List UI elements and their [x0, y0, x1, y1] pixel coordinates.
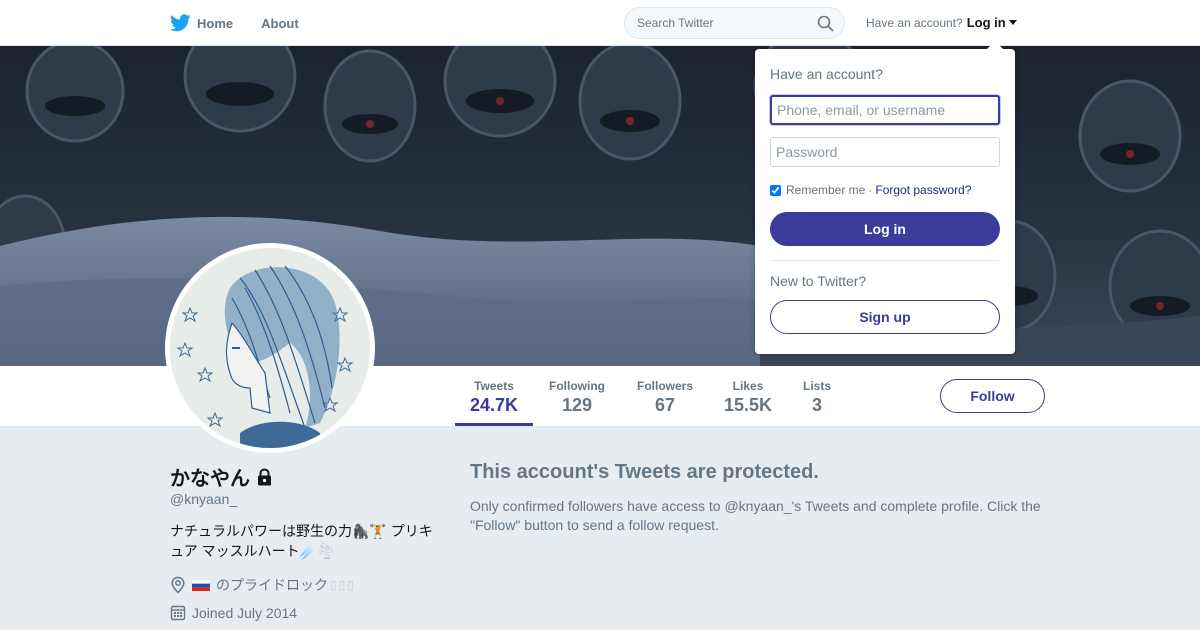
password-field[interactable]: [770, 137, 1000, 167]
location-pin-icon: [171, 576, 185, 594]
profile-avatar[interactable]: [165, 243, 375, 453]
search-input[interactable]: [637, 16, 807, 30]
signup-button[interactable]: Sign up: [770, 300, 1000, 334]
new-to-twitter-text: New to Twitter?: [770, 273, 867, 289]
search-icon[interactable]: [817, 15, 834, 32]
joined-text: Joined July 2014: [192, 604, 298, 621]
profile-bio: ナチュラルパワーは野生の力🦍🏋️ プリキュア マッスルハート☄️🌪️: [170, 523, 433, 559]
stat-following-value: 129: [561, 395, 593, 415]
stat-lists[interactable]: Lists 3: [797, 366, 837, 426]
stat-following[interactable]: Following 129: [543, 366, 611, 426]
profile-name-row: かなやん: [170, 462, 273, 491]
search-box[interactable]: [624, 7, 845, 39]
stat-followers-label: Followers: [636, 379, 693, 393]
profile-handle[interactable]: @knyaan_: [170, 491, 237, 507]
remember-row: Remember me · Forgot password?: [770, 183, 971, 197]
nav-home[interactable]: Home: [170, 14, 233, 32]
login-button[interactable]: Log in: [770, 212, 1000, 246]
remember-me-label: Remember me: [786, 183, 866, 197]
nav-about[interactable]: About: [261, 16, 299, 31]
separator-dot: ·: [868, 183, 873, 197]
stat-likes[interactable]: Likes 15.5K: [718, 366, 778, 426]
login-toggle-label[interactable]: Log in: [967, 15, 1006, 30]
login-toggle[interactable]: Have an account? Log in: [866, 15, 1017, 30]
missing-glyphs: ▯▯▯: [330, 578, 356, 592]
stat-likes-label: Likes: [732, 379, 764, 393]
russia-flag-icon: [192, 579, 210, 591]
follow-button[interactable]: Follow: [940, 379, 1045, 413]
caret-down-icon: [1008, 20, 1017, 25]
stat-following-label: Following: [549, 379, 605, 393]
twitter-bird-icon: [170, 14, 191, 32]
profile-name[interactable]: かなやん: [170, 462, 250, 491]
nav-home-label: Home: [197, 15, 234, 31]
profile-location: のプライドロック ▯▯▯: [170, 575, 356, 595]
lock-icon: [258, 467, 271, 485]
remember-me-checkbox[interactable]: [770, 184, 781, 196]
protected-title: This account's Tweets are protected.: [470, 461, 819, 483]
stat-followers-value: 67: [654, 395, 676, 415]
stat-tweets-label: Tweets: [474, 379, 514, 393]
dropdown-divider: [770, 260, 1000, 261]
have-account-text: Have an account?: [866, 15, 963, 30]
stat-followers[interactable]: Followers 67: [631, 366, 699, 426]
stat-lists-label: Lists: [802, 379, 831, 393]
location-text: のプライドロック: [216, 577, 328, 593]
stat-tweets-value: 24.7K: [469, 395, 519, 415]
profile-joined: Joined July 2014: [170, 604, 297, 621]
calendar-icon: [170, 605, 186, 621]
stat-tweets[interactable]: Tweets 24.7K: [455, 366, 533, 426]
username-field[interactable]: [770, 95, 1000, 125]
stat-lists-value: 3: [811, 395, 822, 415]
login-dropdown: Have an account? Remember me · Forgot pa…: [755, 41, 1015, 354]
protected-text: Only confirmed followers have access to …: [470, 498, 1041, 533]
nav-about-label: About: [261, 15, 299, 31]
top-navigation-bar: Home About Have an account? Log in: [0, 0, 1200, 46]
stat-likes-value: 15.5K: [723, 395, 773, 415]
nav-left: Home About: [170, 0, 327, 46]
login-heading: Have an account?: [770, 66, 883, 82]
avatar-image: [170, 248, 370, 448]
forgot-password-link[interactable]: Forgot password?: [875, 183, 971, 197]
avatar-drawing: [170, 248, 370, 448]
